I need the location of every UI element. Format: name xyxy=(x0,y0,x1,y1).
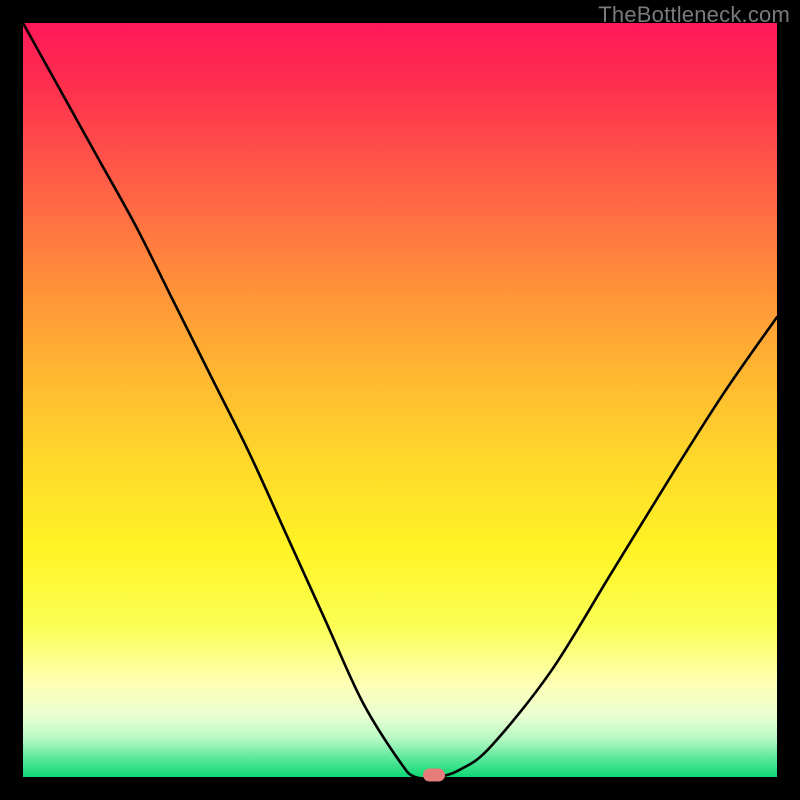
watermark-text: TheBottleneck.com xyxy=(598,2,790,28)
plot-area xyxy=(23,23,777,777)
optimal-point-marker xyxy=(423,768,445,781)
bottleneck-curve xyxy=(23,23,777,777)
